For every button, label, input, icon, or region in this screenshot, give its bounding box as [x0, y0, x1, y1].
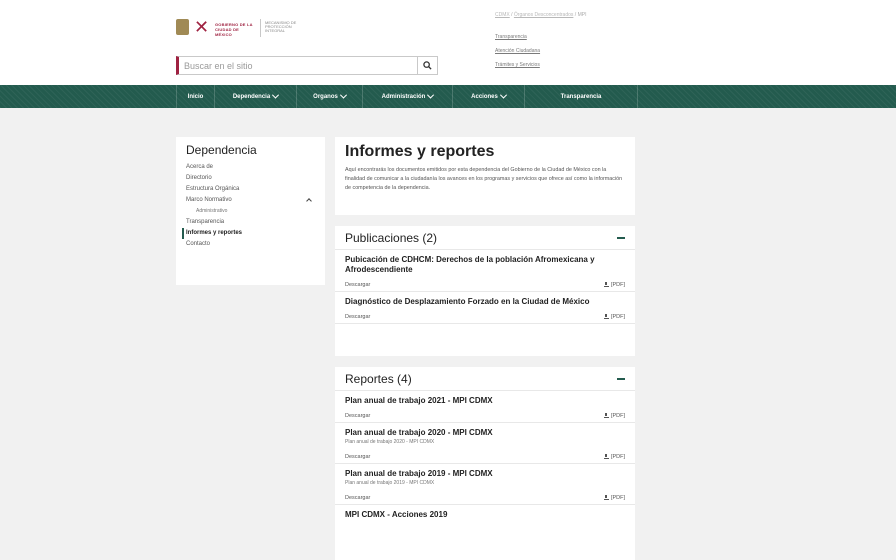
intro-card: Informes y reportes Aquí encontrarás los… — [335, 137, 635, 215]
nav-item-inicio[interactable]: Inicio — [176, 85, 214, 108]
nav-item-acciones[interactable]: Acciones — [452, 85, 524, 108]
nav-item-label: Acciones — [471, 93, 498, 100]
download-label: Descargar — [345, 412, 371, 419]
chevron-down-icon — [427, 91, 435, 99]
sidebar-item-transparencia[interactable]: Transparencia — [182, 217, 319, 228]
nav-item-administracion[interactable]: Administración — [362, 85, 452, 108]
document-title[interactable]: Diagnóstico de Desplazamiento Forzado en… — [345, 297, 625, 307]
nav-item-organos[interactable]: Organos — [296, 85, 362, 108]
download-label: Descargar — [345, 494, 371, 501]
sidebar-item-directorio[interactable]: Directorio — [182, 173, 319, 184]
chevron-down-icon — [272, 91, 280, 99]
quick-link-tramites[interactable]: Trámites y Servicios — [495, 58, 540, 72]
sidebar-item-acerca[interactable]: Acerca de — [182, 162, 319, 173]
search-button[interactable] — [417, 57, 437, 74]
list-item: Plan anual de trabajo 2020 - MPI CDMX Pl… — [335, 423, 635, 464]
download-icon — [603, 495, 609, 500]
list-item: Plan anual de trabajo 2019 - MPI CDMX Pl… — [335, 464, 635, 505]
publicaciones-header[interactable]: Publicaciones (2) — [335, 226, 635, 250]
main-nav: Inicio Dependencia Organos Administración Ac… — [0, 85, 896, 108]
logo-divider — [260, 19, 261, 37]
reportes-section: Reportes (4) Plan anual de trabajo 2021 … — [335, 367, 635, 560]
pdf-download-link[interactable]: [PDF] — [603, 453, 625, 460]
nav-item-label: Transparencia — [560, 93, 602, 100]
government-logo[interactable]: ✕ GOBIERNO DE LA CIUDAD DE MÉXICO MECANI… — [176, 19, 326, 37]
sidebar-item-marco-normativo[interactable]: Marco Normativo — [182, 195, 319, 206]
list-item: Plan anual de trabajo 2021 - MPI CDMX De… — [335, 391, 635, 423]
search-input[interactable] — [184, 61, 414, 71]
nav-item-label: Inicio — [187, 93, 204, 100]
document-title[interactable]: Pubicación de CDHCM: Derechos de la pobl… — [345, 255, 625, 275]
nav-bar: Inicio Dependencia Organos Administración Ac… — [176, 85, 638, 108]
page-description: Aquí encontrarás los documentos emitidos… — [345, 167, 623, 191]
file-format: [PDF] — [610, 281, 625, 288]
sidebar-item-estructura[interactable]: Estructura Orgánica — [182, 184, 319, 195]
download-icon — [603, 282, 609, 287]
quick-link-atencion[interactable]: Atención Ciudadana — [495, 44, 540, 58]
list-item: MPI CDMX - Acciones 2019 — [335, 505, 635, 520]
pdf-download-link[interactable]: [PDF] — [603, 494, 625, 501]
publicaciones-section: Publicaciones (2) Pubicación de CDHCM: D… — [335, 226, 635, 356]
nav-item-label: Organos — [313, 93, 338, 100]
document-title[interactable]: Plan anual de trabajo 2020 - MPI CDMX — [345, 428, 625, 438]
document-title[interactable]: Plan anual de trabajo 2021 - MPI CDMX — [345, 396, 625, 406]
page-title: Informes y reportes — [345, 143, 495, 160]
pdf-download-link[interactable]: [PDF] — [603, 281, 625, 288]
reportes-header[interactable]: Reportes (4) — [335, 367, 635, 391]
pdf-download-link[interactable]: [PDF] — [603, 313, 625, 320]
download-label: Descargar — [345, 281, 371, 288]
document-description: Plan anual de trabajo 2020 - MPI CDMX — [345, 439, 435, 445]
nav-item-label: Dependencia — [232, 93, 271, 100]
download-icon — [603, 454, 609, 459]
file-format: [PDF] — [610, 453, 625, 460]
document-description: Plan anual de trabajo 2019 - MPI CDMX — [345, 480, 435, 486]
breadcrumb-current: MPI — [577, 12, 587, 18]
nav-item-dependencia[interactable]: Dependencia — [214, 85, 296, 108]
chevron-down-icon — [339, 91, 347, 99]
pdf-download-link[interactable]: [PDF] — [603, 412, 625, 419]
download-label: Descargar — [345, 453, 371, 460]
breadcrumb-separator: / — [511, 12, 513, 18]
logo-text-primary: GOBIERNO DE LA CIUDAD DE MÉXICO — [215, 22, 253, 37]
quick-links: Transparencia Atención Ciudadana Trámite… — [495, 30, 540, 72]
collapse-icon[interactable] — [617, 236, 625, 239]
nav-item-transparencia[interactable]: Transparencia — [524, 85, 638, 108]
search-icon — [423, 61, 432, 70]
sidebar-item-contacto[interactable]: Contacto — [182, 239, 319, 250]
list-item: Pubicación de CDHCM: Derechos de la pobl… — [335, 250, 635, 292]
sidebar-title: Dependencia — [186, 143, 257, 157]
breadcrumb: CDMX / Órganos Desconcentrados / MPI — [495, 12, 586, 18]
download-icon — [603, 413, 609, 418]
quick-link-transparencia[interactable]: Transparencia — [495, 30, 540, 44]
sidebar-item-informes[interactable]: Informes y reportes — [182, 228, 319, 239]
download-icon — [603, 314, 609, 319]
breadcrumb-cdmx[interactable]: CDMX — [495, 12, 510, 18]
sidebar-item-label: Marco Normativo — [186, 197, 232, 203]
collapse-icon[interactable] — [617, 377, 625, 380]
file-format: [PDF] — [610, 494, 625, 501]
sidebar-subitem-administrativo[interactable]: Administrativo — [182, 206, 319, 217]
breadcrumb-organos[interactable]: Órganos Desconcentrados — [514, 12, 573, 18]
site-header: ✕ GOBIERNO DE LA CIUDAD DE MÉXICO MECANI… — [0, 0, 896, 85]
coat-of-arms-icon — [176, 19, 189, 35]
logo-text-secondary: MECANISMO DE PROTECCIÓN INTEGRAL — [265, 20, 297, 33]
chevron-up-icon[interactable] — [306, 198, 312, 204]
document-title[interactable]: Plan anual de trabajo 2019 - MPI CDMX — [345, 469, 625, 479]
site-search — [176, 56, 438, 75]
sidebar: Dependencia Acerca de Directorio Estruct… — [176, 137, 325, 285]
file-format: [PDF] — [610, 313, 625, 320]
cdmx-emblem-icon: ✕ — [194, 17, 210, 38]
section-title: Reportes (4) — [345, 371, 412, 386]
document-title[interactable]: MPI CDMX - Acciones 2019 — [345, 510, 625, 520]
download-label: Descargar — [345, 313, 371, 320]
list-item: Diagnóstico de Desplazamiento Forzado en… — [335, 292, 635, 324]
file-format: [PDF] — [610, 412, 625, 419]
nav-item-label: Administración — [381, 93, 426, 100]
breadcrumb-separator: / — [574, 12, 577, 18]
chevron-down-icon — [499, 91, 507, 99]
section-title: Publicaciones (2) — [345, 230, 438, 245]
